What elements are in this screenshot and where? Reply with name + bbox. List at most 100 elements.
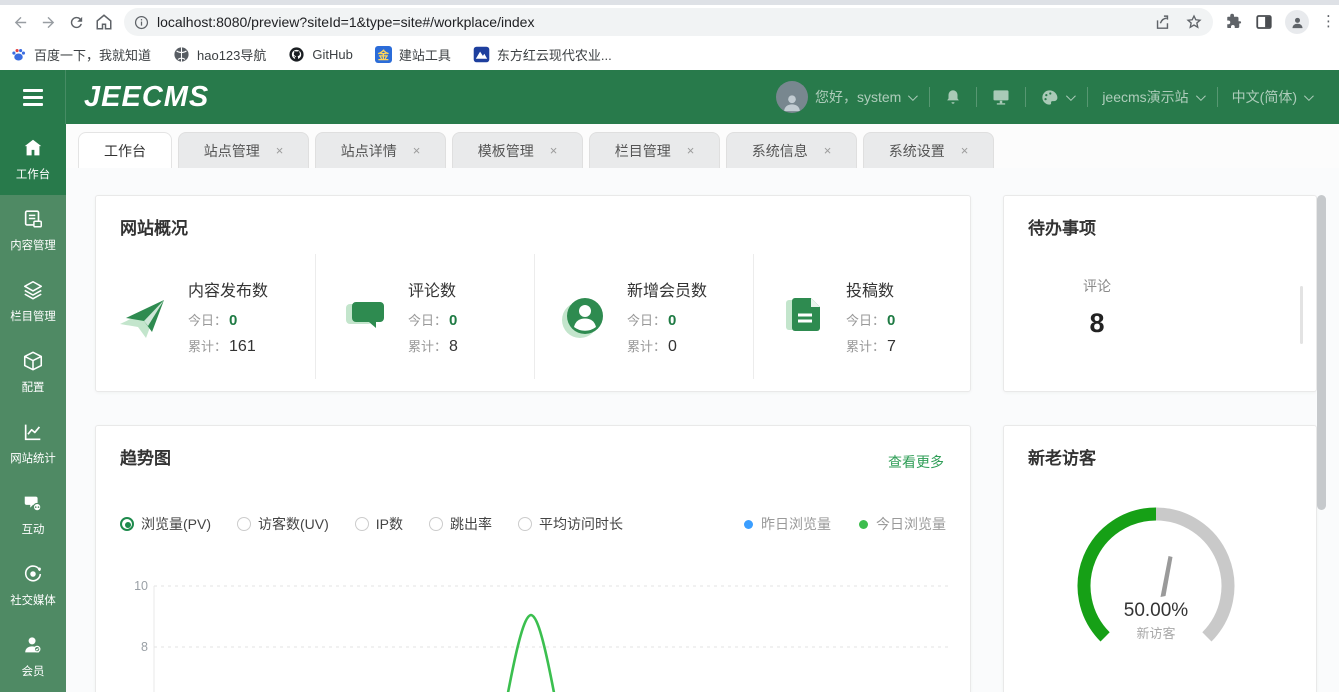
legend-dot-green <box>859 519 868 529</box>
today-value: 0 <box>449 312 458 329</box>
metric-radio-bounce[interactable]: 跳出率 <box>429 514 492 534</box>
bookmarks-bar: 百度一下，我就知道 hao123导航 GitHub 金 建站工具 东方红云现代农… <box>0 39 1339 70</box>
home-button[interactable] <box>90 8 118 36</box>
card-title: 趋势图 <box>120 449 171 468</box>
extensions-icon[interactable] <box>1225 13 1243 31</box>
tab-template-management[interactable]: 模板管理 × <box>452 132 583 168</box>
baidu-paw-icon <box>12 49 26 61</box>
total-value: 8 <box>449 338 458 355</box>
card-title: 待办事项 <box>1028 219 1096 238</box>
metric-radio-pv[interactable]: 浏览量(PV) <box>120 514 211 534</box>
view-more-link[interactable]: 查看更多 <box>888 452 944 472</box>
refresh-button[interactable] <box>62 8 90 36</box>
gauge-value: 50.00% <box>1124 600 1189 621</box>
tab-system-info[interactable]: 系统信息 × <box>726 132 857 168</box>
user-menu[interactable]: 您好，system <box>762 81 929 113</box>
legend-today[interactable]: 今日浏览量 <box>859 514 946 534</box>
bookmark-star-icon[interactable] <box>1185 13 1203 31</box>
metric-radio-ip[interactable]: IP数 <box>354 514 403 534</box>
dashboard-content: 网站概况 内容发布数 今日： 0 累计： 161 评论数 今日： 0 累计： 8… <box>66 168 1339 692</box>
side-panel-icon[interactable] <box>1255 13 1273 31</box>
forward-button[interactable] <box>34 8 62 36</box>
chart-legend: 昨日浏览量 今日浏览量 <box>744 514 946 534</box>
legend-yesterday[interactable]: 昨日浏览量 <box>744 514 831 534</box>
todo-card: 待办事项 评论 8 <box>1003 195 1317 392</box>
sidebar-item-interaction[interactable]: 互动 <box>0 479 66 550</box>
user-avatar <box>775 81 808 113</box>
preview-display-button[interactable] <box>977 87 1025 107</box>
notifications-button[interactable] <box>930 88 976 106</box>
bookmark-github[interactable]: GitHub <box>288 46 353 63</box>
gauge-label: 新访客 <box>1136 626 1175 641</box>
address-bar[interactable]: localhost:8080/preview?siteId=1&type=sit… <box>124 8 1213 36</box>
trend-line-chart: 10 8 <box>134 579 948 692</box>
globe-icon <box>174 47 189 62</box>
browser-menu-icon[interactable]: ⋮ <box>1321 14 1336 29</box>
stat-comments: 评论数 今日： 0 累计： 8 <box>315 254 534 379</box>
browser-toolbar: localhost:8080/preview?siteId=1&type=sit… <box>0 5 1339 39</box>
visitors-gauge-card: 新老访客 50.00% 新访客 <box>1003 425 1317 692</box>
content-scrollbar[interactable] <box>1317 195 1326 510</box>
metric-radio-uv[interactable]: 访客数(UV) <box>237 514 329 534</box>
url-text[interactable]: localhost:8080/preview?siteId=1&type=sit… <box>157 14 1146 30</box>
todo-item-comments[interactable]: 评论 8 <box>1062 276 1132 339</box>
gauge-needle <box>1160 556 1173 597</box>
theme-picker[interactable] <box>1026 88 1087 107</box>
menu-toggle-button[interactable] <box>0 70 66 124</box>
main-area: 工作台 站点管理 × 站点详情 × 模板管理 × 栏目管理 × 系统信息 × 系… <box>66 124 1339 692</box>
cube-icon <box>23 351 43 371</box>
palette-icon <box>1042 89 1058 105</box>
today-views-spike <box>506 613 556 692</box>
sidebar-item-content[interactable]: 内容管理 <box>0 195 66 266</box>
total-value: 0 <box>668 338 677 355</box>
bookmark-baidu[interactable]: 百度一下，我就知道 <box>10 45 151 64</box>
close-icon[interactable]: × <box>961 143 969 158</box>
page-info-icon[interactable] <box>134 15 149 30</box>
close-icon[interactable]: × <box>550 143 558 158</box>
sidebar-item-workbench[interactable]: 工作台 <box>0 124 66 195</box>
browser-profile-avatar[interactable] <box>1285 10 1309 34</box>
stat-submissions: 投稿数 今日： 0 累计： 7 <box>753 254 972 379</box>
bookmark-dongfanghong[interactable]: 东方红云现代农业... <box>473 45 612 64</box>
tab-site-detail[interactable]: 站点详情 × <box>315 132 446 168</box>
screenshot-root: localhost:8080/preview?siteId=1&type=sit… <box>0 0 1339 692</box>
tab-site-management[interactable]: 站点管理 × <box>178 132 309 168</box>
sidebar-item-config[interactable]: 配置 <box>0 337 66 408</box>
sidebar-item-members[interactable]: 会员 <box>0 621 66 692</box>
svg-text:8: 8 <box>141 640 148 654</box>
back-button[interactable] <box>6 8 34 36</box>
sidebar-item-statistics[interactable]: 网站统计 <box>0 408 66 479</box>
tab-column-management[interactable]: 栏目管理 × <box>589 132 720 168</box>
legend-dot-blue <box>744 519 753 529</box>
sidebar-item-social[interactable]: 社交媒体 <box>0 550 66 621</box>
language-switcher[interactable]: 中文(简体) <box>1218 87 1325 107</box>
close-icon[interactable]: × <box>276 143 284 158</box>
total-value: 161 <box>229 338 256 355</box>
chat-bubbles-icon <box>24 496 42 512</box>
bookmark-hao123[interactable]: hao123导航 <box>173 45 266 64</box>
close-icon[interactable]: × <box>413 143 421 158</box>
share-icon[interactable] <box>1154 14 1171 31</box>
app-header: JEECMS 您好，system jeecms演示站 中文(简体) <box>0 70 1339 124</box>
site-switcher[interactable]: jeecms演示站 <box>1088 87 1216 107</box>
comments-icon <box>346 301 384 328</box>
todo-scrollbar[interactable] <box>1300 286 1303 344</box>
radio-selected-icon <box>120 517 134 531</box>
tab-workbench[interactable]: 工作台 <box>78 132 172 168</box>
metric-radio-duration[interactable]: 平均访问时长 <box>518 514 623 534</box>
radio-icon <box>429 517 444 531</box>
radio-icon <box>237 517 251 531</box>
todo-count: 8 <box>1089 308 1105 338</box>
trend-chart-card: 趋势图 查看更多 浏览量(PV) 访客数(UV) IP数 跳出率 平均访问时长 … <box>95 425 971 692</box>
radio-icon <box>518 517 533 531</box>
close-icon[interactable]: × <box>687 143 695 158</box>
bookmark-jianzhan[interactable]: 金 建站工具 <box>374 45 451 64</box>
sidebar-nav: 工作台 内容管理 栏目管理 配置 网站统计 互动 社交媒体 会员 <box>0 124 66 692</box>
tab-system-settings[interactable]: 系统设置 × <box>863 132 994 168</box>
chevron-down-icon <box>1303 90 1314 101</box>
today-value: 0 <box>887 312 896 329</box>
close-icon[interactable]: × <box>824 143 832 158</box>
bell-icon <box>947 90 960 104</box>
sidebar-item-columns[interactable]: 栏目管理 <box>0 266 66 337</box>
github-icon <box>289 47 304 62</box>
